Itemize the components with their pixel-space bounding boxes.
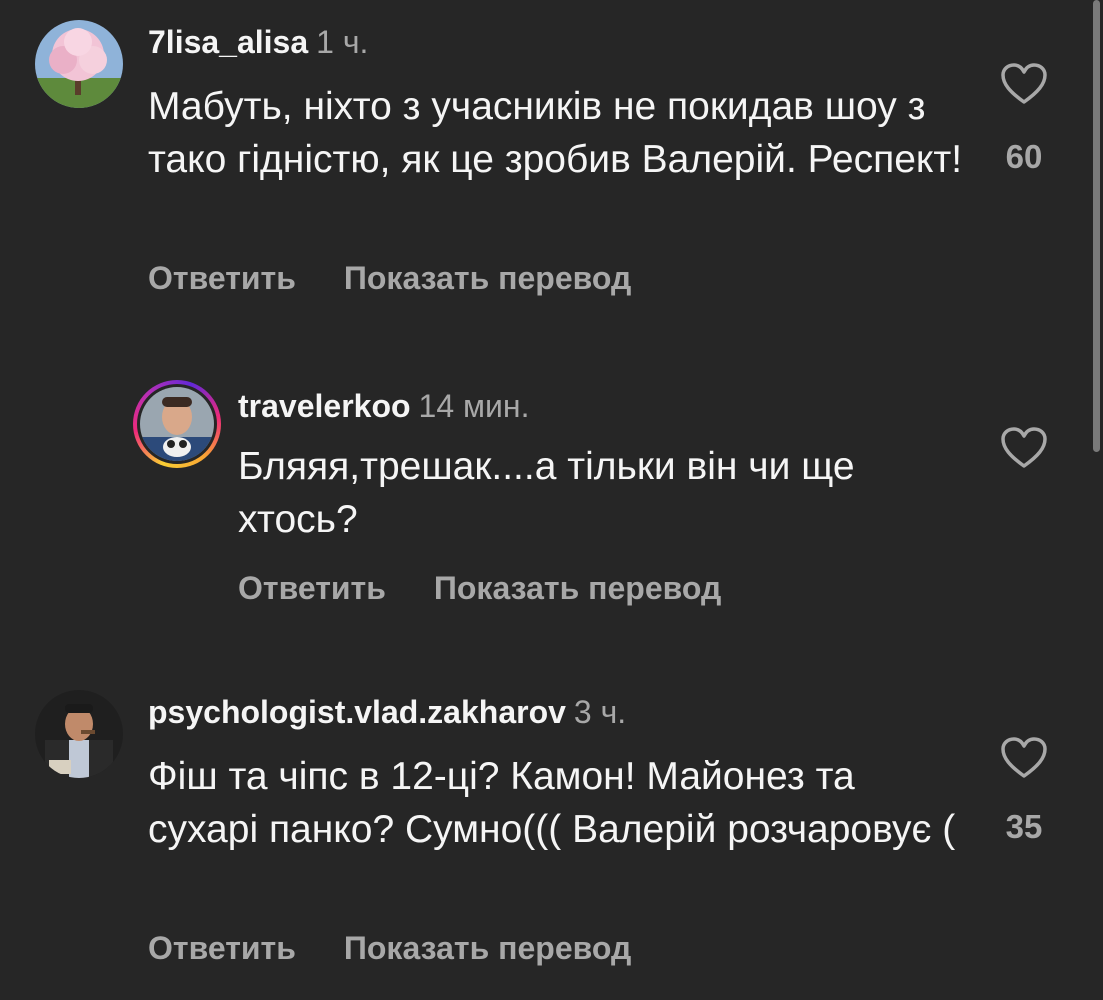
comment-text: Фіш та чіпс в 12-ці? Камон! Майонез та с… xyxy=(148,755,956,851)
show-translation-button[interactable]: Показать перевод xyxy=(344,930,631,966)
comment-actions: Ответить Показать перевод xyxy=(148,260,631,297)
username[interactable]: psychologist.vlad.zakharov xyxy=(148,694,566,730)
reply-button[interactable]: Ответить xyxy=(238,570,386,606)
scrollbar[interactable] xyxy=(1093,0,1100,452)
comment-reply-item: travelerkoo 14 мин. Бляяя,трешак....а тіл… xyxy=(0,370,1103,650)
comment-text: Мабуть, ніхто з учасників не покидав шоу… xyxy=(148,85,963,181)
like-count: 60 xyxy=(1005,138,1043,175)
comment-header: 7lisa_alisa 1 ч. xyxy=(148,22,368,62)
reply-button[interactable]: Ответить xyxy=(148,260,296,296)
username[interactable]: travelerkoo xyxy=(238,388,411,424)
show-translation-button[interactable]: Показать перевод xyxy=(344,260,631,296)
avatar[interactable] xyxy=(35,20,123,108)
heart-icon[interactable] xyxy=(1000,62,1048,106)
comment-header: travelerkoo 14 мин. xyxy=(238,386,529,426)
avatar xyxy=(140,387,214,461)
avatar[interactable] xyxy=(35,690,123,778)
username[interactable]: 7lisa_alisa xyxy=(148,24,308,60)
comment-actions: Ответить Показать перевод xyxy=(148,930,631,967)
comment-header: psychologist.vlad.zakharov 3 ч. xyxy=(148,692,626,732)
heart-icon[interactable] xyxy=(1000,736,1048,780)
comment-text: Бляяя,трешак....а тільки він чи ще хтось… xyxy=(238,445,855,541)
heart-icon[interactable] xyxy=(1000,426,1048,470)
timestamp: 1 ч. xyxy=(316,24,369,60)
comment-item: 7lisa_alisa 1 ч. Мабуть, ніхто з учасникі… xyxy=(0,0,1103,320)
story-ring[interactable] xyxy=(133,380,221,468)
comment-item: psychologist.vlad.zakharov 3 ч. Фіш та чі… xyxy=(0,680,1103,1000)
comment-actions: Ответить Показать перевод xyxy=(238,570,721,607)
timestamp: 14 мин. xyxy=(418,388,530,424)
show-translation-button[interactable]: Показать перевод xyxy=(434,570,721,606)
like-count: 35 xyxy=(1005,808,1043,845)
reply-button[interactable]: Ответить xyxy=(148,930,296,966)
timestamp: 3 ч. xyxy=(573,694,627,730)
